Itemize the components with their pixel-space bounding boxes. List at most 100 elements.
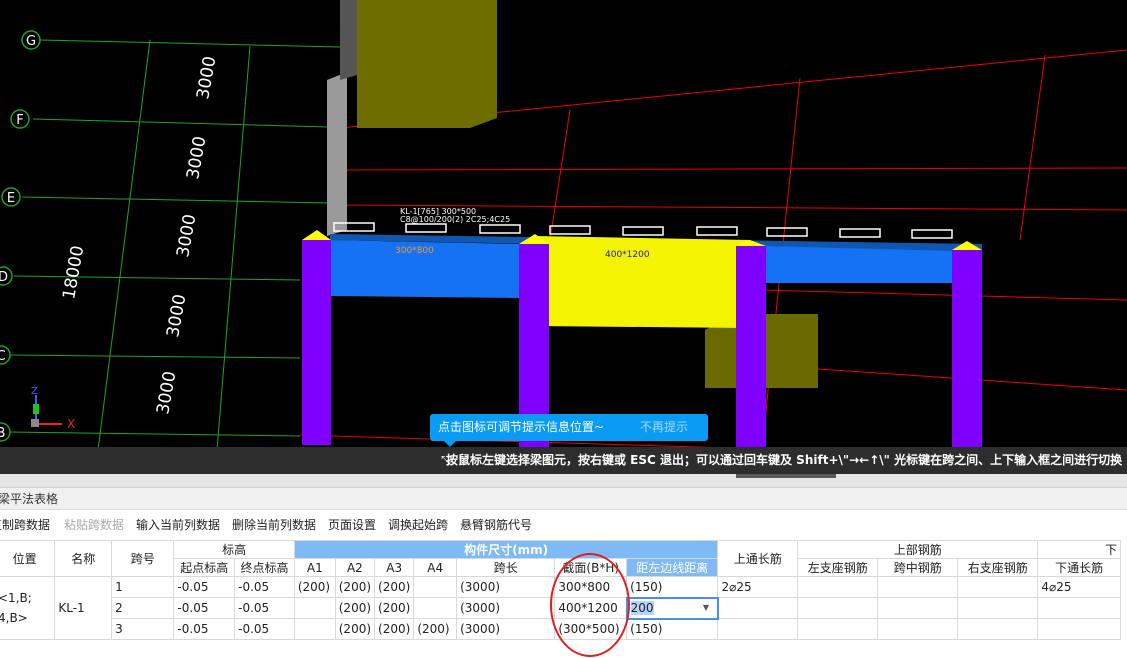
cell-name[interactable]: KL-1 (54, 576, 113, 640)
cell-a3[interactable]: (200) (374, 618, 415, 640)
splitter-grip[interactable] (736, 474, 836, 478)
header-position: 位置 (0, 540, 56, 577)
panel-title: 梁平法表格 (0, 488, 1127, 510)
cell-mid[interactable] (877, 576, 959, 598)
span2-section-label: 400*1200 (605, 250, 650, 260)
header-mid: 跨中钢筋 (877, 558, 959, 577)
cell-end-elev[interactable]: -0.05 (234, 597, 295, 619)
header-end-elev: 终点标高 (234, 558, 295, 577)
cell-bottom-through[interactable] (1037, 597, 1121, 619)
cell-mid[interactable] (877, 597, 959, 619)
cell-top-through[interactable] (717, 618, 799, 640)
cell-end-elev[interactable]: -0.05 (234, 576, 295, 598)
header-right-support: 右支座钢筋 (957, 558, 1039, 577)
cell-start-elev[interactable]: -0.05 (173, 597, 236, 619)
table-toolbar: 复制跨数据 粘贴跨数据 输入当前列数据 删除当前列数据 页面设置 调换起始跨 悬… (0, 510, 1127, 540)
cell-span-length[interactable]: (3000) (456, 597, 556, 619)
axis-label-e: E (7, 191, 15, 206)
cell-a4[interactable] (413, 576, 458, 598)
cell-start-elev[interactable]: -0.05 (173, 576, 236, 598)
cell-right-support[interactable] (957, 576, 1039, 598)
dismiss-hint-link[interactable]: 不再提示 (640, 414, 688, 441)
cell-right-support[interactable] (957, 597, 1039, 619)
cell-a1[interactable] (293, 618, 336, 640)
dimension: 3000 (173, 213, 200, 259)
span1-section-label: 300*800 (395, 246, 434, 256)
header-top-through: 上通长筋 (717, 540, 799, 577)
dropdown-arrow-icon[interactable]: ▼ (703, 603, 709, 612)
header-name: 名称 (54, 540, 113, 577)
cell-position[interactable]: <1,B;4,B> (0, 576, 56, 640)
model-scene: G F E D C B 1 3000 3000 3000 3000 3000 1… (0, 0, 1127, 474)
cell-span[interactable]: 1 (111, 576, 175, 598)
cell-span[interactable]: 2 (111, 597, 175, 619)
cell-a2[interactable]: (200) (334, 576, 376, 598)
header-bottom-through: 下通长筋 (1037, 558, 1121, 577)
axis-gizmo-icon: Z X (31, 386, 75, 431)
cell-a4[interactable]: (200) (413, 618, 458, 640)
cell-mid[interactable] (877, 618, 959, 640)
cell-a3[interactable]: (200) (374, 597, 415, 619)
red-annotation-circle (550, 553, 630, 657)
cell-top-through[interactable] (717, 597, 799, 619)
axis-label-c: C (0, 349, 6, 364)
cell-a1[interactable]: (200) (293, 576, 336, 598)
dimension: 3000 (163, 293, 190, 339)
cell-a2[interactable]: (200) (334, 597, 376, 619)
beam-label-line2: C8@100/200(2) 2C25;4C25 (400, 215, 510, 224)
cell-offset[interactable]: (150) (626, 618, 719, 640)
axis-label-b: B (0, 426, 5, 441)
position-value: <1,B;4,B> (0, 591, 32, 625)
header-a4: A4 (413, 558, 458, 577)
cell-left-support[interactable] (797, 618, 879, 640)
panel-splitter[interactable] (0, 474, 1127, 488)
svg-text:Z: Z (31, 386, 38, 397)
hint-text: 点击图标可调节提示信息位置~ (438, 420, 605, 434)
3d-viewport[interactable]: G F E D C B 1 3000 3000 3000 3000 3000 1… (0, 0, 1127, 474)
offset-dropdown-input[interactable]: 200 ▼ (625, 596, 719, 620)
page-settings-button[interactable]: 页面设置 (328, 510, 376, 540)
paste-span-data-button[interactable]: 粘贴跨数据 (64, 510, 124, 540)
delete-column-data-button[interactable]: 删除当前列数据 (232, 510, 316, 540)
collapse-arrows-icon[interactable]: ⤡ (441, 447, 451, 474)
header-span-no: 跨号 (111, 540, 175, 577)
dimension: 3000 (193, 55, 220, 101)
cell-a3[interactable]: (200) (374, 576, 415, 598)
cell-span-length[interactable]: (3000) (456, 618, 556, 640)
cell-span-length[interactable]: (3000) (456, 576, 556, 598)
copy-span-data-button[interactable]: 复制跨数据 (0, 510, 50, 540)
cell-a4[interactable] (413, 597, 458, 619)
cell-a2[interactable]: (200) (334, 618, 376, 640)
total-dimension: 18000 (59, 244, 88, 301)
hint-tooltip: 点击图标可调节提示信息位置~ 不再提示 (430, 414, 708, 447)
axis-label-d: D (0, 270, 8, 285)
swap-start-span-button[interactable]: 调换起始跨 (388, 510, 448, 540)
cell-start-elev[interactable]: -0.05 (173, 618, 236, 640)
cell-right-support[interactable] (957, 618, 1039, 640)
svg-text:X: X (67, 417, 75, 431)
cell-bottom-through[interactable]: 4⌀25 (1037, 576, 1121, 598)
status-bar: ⤡ 按鼠标左键选择梁图元，按右键或 ESC 退出；可以通过回车键及 Shift+… (0, 447, 1127, 474)
header-bottom-group: 下 (1037, 540, 1121, 559)
cell-top-through[interactable]: 2⌀25 (717, 576, 799, 598)
dimension: 3000 (183, 135, 210, 181)
cantilever-rebar-code-button[interactable]: 悬臂钢筋代号 (460, 510, 532, 540)
axis-label-f: F (16, 113, 23, 128)
header-offset: 距左边线距离 (626, 558, 719, 577)
header-a2: A2 (334, 558, 376, 577)
header-top-rebar: 上部钢筋 (797, 540, 1039, 559)
header-elevation: 标高 (173, 540, 295, 559)
header-left-support: 左支座钢筋 (797, 558, 879, 577)
cell-left-support[interactable] (797, 576, 879, 598)
cell-a1[interactable] (293, 597, 336, 619)
cell-left-support[interactable] (797, 597, 879, 619)
cell-span[interactable]: 3 (111, 618, 175, 640)
cell-end-elev[interactable]: -0.05 (234, 618, 295, 640)
cell-offset[interactable]: (150) (626, 576, 719, 598)
header-span-length: 跨长 (456, 558, 556, 577)
header-a1: A1 (293, 558, 336, 577)
input-column-data-button[interactable]: 输入当前列数据 (136, 510, 220, 540)
header-start-elev: 起点标高 (173, 558, 236, 577)
axis-label-g: G (26, 34, 36, 49)
cell-bottom-through[interactable] (1037, 618, 1121, 640)
